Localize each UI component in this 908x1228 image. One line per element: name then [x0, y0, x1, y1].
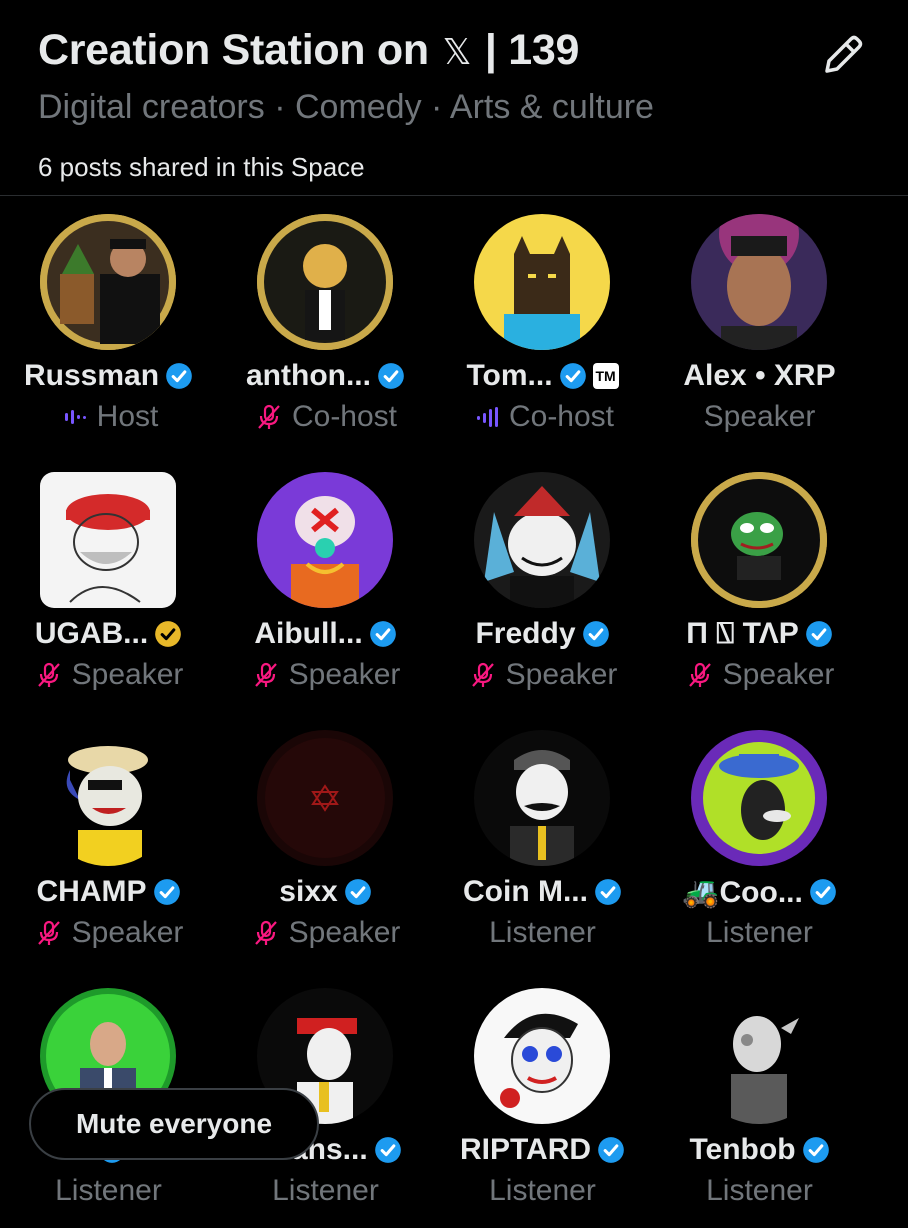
posts-shared-link[interactable]: 6 posts shared in this Space — [38, 152, 365, 183]
participant-name: sixx — [279, 875, 338, 908]
avatar — [474, 730, 610, 866]
avatar — [474, 988, 610, 1124]
participant-riptard[interactable]: RIPTARD Listener — [434, 970, 651, 1228]
verified-badge-icon — [810, 879, 836, 905]
avatar — [691, 988, 827, 1124]
participant-role: Listener — [489, 1174, 596, 1207]
participant-role: Speaker — [71, 916, 184, 949]
participant-role: Speaker — [703, 400, 816, 433]
mic-muted-icon — [254, 920, 277, 945]
verified-badge-icon — [153, 879, 180, 905]
participant-champ[interactable]: CHAMP Speaker — [0, 712, 217, 970]
participant-tom[interactable]: Tom... TM Co-host — [434, 196, 651, 454]
participant-role: Listener — [55, 1174, 162, 1207]
space-title: Creation Station on 𝕏 | 139 — [38, 26, 579, 75]
space-topics[interactable]: Digital creators · Comedy · Arts & cultu… — [38, 88, 654, 127]
participant-role: Speaker — [288, 658, 401, 691]
participant-sixx[interactable]: sixx Speaker — [217, 712, 434, 970]
verified-badge-icon — [344, 879, 371, 905]
speaking-indicator-icon — [64, 410, 86, 424]
verified-badge-icon — [595, 879, 621, 905]
participant-name: RIPTARD — [459, 1133, 592, 1166]
listener-count: | 139 — [484, 26, 580, 74]
participant-name: Tom... — [466, 359, 553, 392]
mic-muted-icon — [258, 404, 280, 429]
avatar — [257, 730, 393, 866]
edit-pencil-icon[interactable] — [818, 30, 868, 80]
participant-russman[interactable]: Russman Host — [0, 196, 217, 454]
participant-role: Listener — [272, 1174, 379, 1207]
participant-coo[interactable]: 🚜Coo... Listener — [651, 712, 868, 970]
avatar — [40, 214, 176, 350]
participant-tenbob[interactable]: Tenbob Listener — [651, 970, 868, 1228]
verified-gold-badge-icon — [155, 621, 182, 647]
participant-role: Co-host — [508, 400, 615, 433]
participant-name: Russman — [23, 359, 160, 392]
participant-ntap[interactable]: Π ⍂ ΤΛΡ Speaker — [651, 454, 868, 712]
avatar — [257, 472, 393, 608]
verified-badge-icon — [369, 621, 396, 647]
participant-anthon[interactable]: anthon... Co-host — [217, 196, 434, 454]
verified-badge-icon — [559, 363, 586, 389]
verified-badge-icon — [805, 621, 832, 647]
affiliate-badge: TM — [592, 363, 619, 389]
participant-role: Speaker — [722, 658, 835, 691]
verified-badge-icon — [802, 1137, 829, 1163]
participant-name: Coin M... — [463, 875, 588, 908]
avatar — [474, 472, 610, 608]
space-header: Creation Station on 𝕏 | 139 Digital crea… — [0, 0, 908, 196]
mic-muted-icon — [688, 662, 711, 687]
speaking-indicator-icon — [476, 407, 498, 427]
avatar — [691, 214, 827, 350]
verified-badge-icon — [374, 1137, 401, 1163]
participant-ugab[interactable]: UGAB... Speaker — [0, 454, 217, 712]
verified-badge-icon — [166, 363, 192, 389]
participant-name: CHAMP — [36, 875, 147, 908]
participant-name: Alex • XRP — [683, 359, 836, 392]
avatar — [40, 730, 176, 866]
verified-badge-icon — [582, 621, 609, 647]
participant-role: Listener — [706, 1174, 813, 1207]
mic-muted-icon — [471, 662, 494, 687]
participant-name: UGAB... — [34, 617, 149, 650]
participant-name: Aibull... — [254, 617, 363, 650]
mic-muted-icon — [37, 662, 60, 687]
participant-name: Π ⍂ ΤΛΡ — [686, 617, 799, 650]
mic-muted-icon — [37, 920, 60, 945]
avatar — [257, 214, 393, 350]
participant-alex-xrp[interactable]: Alex • XRP Speaker — [651, 196, 868, 454]
participant-role: Speaker — [505, 658, 618, 691]
participant-role: Host — [96, 400, 159, 433]
participant-role: Speaker — [288, 916, 401, 949]
mute-everyone-button[interactable]: Mute everyone — [29, 1088, 319, 1160]
participant-role: Co-host — [291, 400, 398, 433]
participant-aibull[interactable]: Aibull... Speaker — [217, 454, 434, 712]
space-title-text: Creation Station on — [38, 26, 429, 74]
verified-badge-icon — [378, 363, 404, 389]
participant-coin-m[interactable]: Coin M... Listener — [434, 712, 651, 970]
avatar — [691, 730, 827, 866]
participant-role: Listener — [706, 916, 813, 949]
verified-badge-icon — [598, 1137, 624, 1163]
participant-role: Speaker — [71, 658, 184, 691]
mic-muted-icon — [254, 662, 277, 687]
avatar — [474, 214, 610, 350]
participant-name: Tenbob — [689, 1133, 796, 1166]
participant-role: Listener — [489, 916, 596, 949]
participant-name: 🚜Coo... — [682, 875, 803, 909]
avatar — [691, 472, 827, 608]
participant-name: anthon... — [246, 359, 371, 392]
x-logo: 𝕏 — [442, 31, 472, 72]
participant-name: Freddy — [475, 617, 576, 650]
participant-freddy[interactable]: Freddy Speaker — [434, 454, 651, 712]
avatar — [40, 472, 176, 608]
